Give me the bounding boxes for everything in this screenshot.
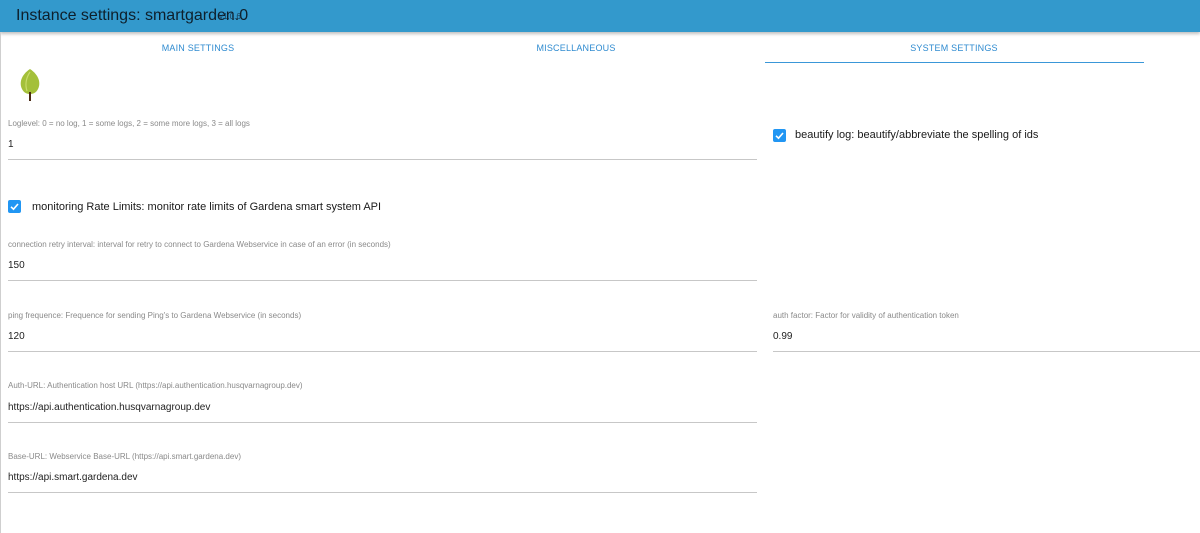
- base-url-underline: [8, 492, 757, 493]
- retry-interval-underline: [8, 280, 757, 281]
- auth-url-label: Auth-URL: Authentication host URL (https…: [8, 381, 303, 390]
- auth-url-input[interactable]: https://api.authentication.husqvarnagrou…: [8, 402, 210, 413]
- base-url-input[interactable]: https://api.smart.gardena.dev: [8, 472, 138, 483]
- ping-frequence-label: ping frequence: Frequence for sending Pi…: [8, 311, 302, 320]
- auth-factor-label: auth factor: Factor for validity of auth…: [773, 311, 959, 320]
- monitoring-rate-limits-label: monitoring Rate Limits: monitor rate lim…: [32, 201, 382, 213]
- retry-interval-input[interactable]: 150: [8, 260, 25, 271]
- loglevel-input[interactable]: 1: [8, 139, 14, 150]
- dialog-left-border: [0, 32, 1, 533]
- checkmark-icon: [10, 203, 19, 211]
- active-tab-indicator: [765, 62, 1144, 63]
- monitoring-rate-limits-checkbox[interactable]: [8, 200, 21, 213]
- dialog-title-bar: Instance settings: smartgarden.0 v1.0.6: [0, 0, 1200, 32]
- leaf-icon: [20, 69, 40, 101]
- tab-main-settings[interactable]: MAIN SETTINGS: [143, 43, 253, 53]
- tab-system-settings[interactable]: SYSTEM SETTINGS: [899, 43, 1009, 53]
- ping-frequence-input[interactable]: 120: [8, 331, 25, 342]
- beautify-log-label: beautify log: beautify/abbreviate the sp…: [795, 129, 1039, 141]
- retry-interval-label: connection retry interval: interval for …: [8, 240, 391, 249]
- ping-frequence-underline: [8, 351, 757, 352]
- loglevel-underline: [8, 159, 757, 160]
- loglevel-label: Loglevel: 0 = no log, 1 = some logs, 2 =…: [8, 119, 250, 128]
- auth-url-underline: [8, 422, 757, 423]
- tab-miscellaneous[interactable]: MISCELLANEOUS: [521, 43, 631, 53]
- dialog-title: Instance settings: smartgarden.0: [16, 7, 249, 24]
- auth-factor-input[interactable]: 0.99: [773, 331, 792, 342]
- version-label: v1.0.6: [219, 12, 241, 21]
- checkmark-icon: [775, 132, 784, 140]
- auth-factor-underline: [773, 351, 1200, 352]
- base-url-label: Base-URL: Webservice Base-URL (https://a…: [8, 452, 241, 461]
- beautify-log-checkbox[interactable]: [773, 129, 786, 142]
